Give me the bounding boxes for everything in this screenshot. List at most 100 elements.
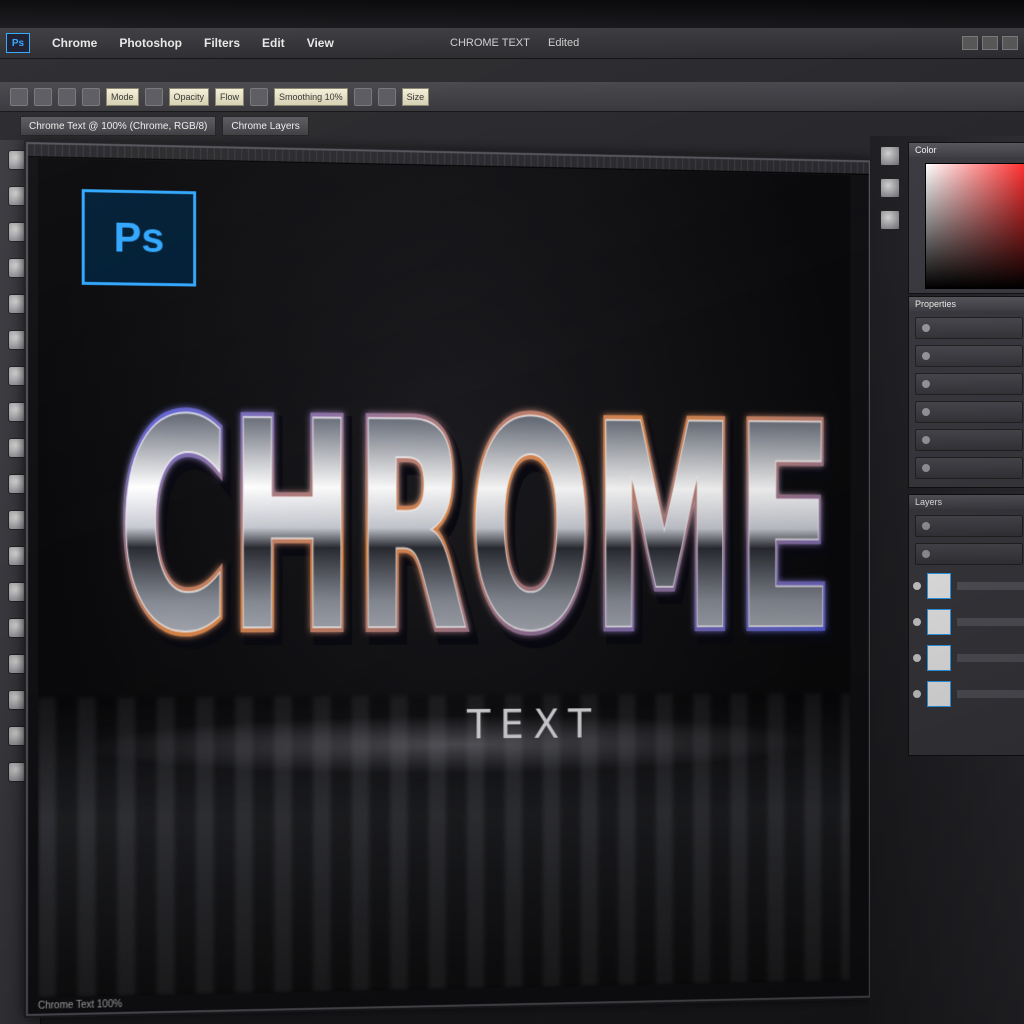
window-controls xyxy=(962,36,1018,50)
path-icon[interactable] xyxy=(8,690,28,710)
layer-item[interactable] xyxy=(913,571,1024,601)
monitor-bezel xyxy=(0,0,1024,28)
symmetry-icon[interactable] xyxy=(378,88,396,106)
flow-field[interactable]: Flow xyxy=(215,88,244,106)
floor-highlight xyxy=(78,712,823,777)
move-icon[interactable] xyxy=(8,150,28,170)
smoothing-field[interactable]: Smoothing 10% xyxy=(274,88,348,106)
eyedropper-icon[interactable] xyxy=(8,474,28,494)
brush-icon[interactable] xyxy=(8,258,28,278)
layer-name-bar xyxy=(957,582,1024,590)
radio-icon xyxy=(922,380,930,388)
eraser-icon[interactable] xyxy=(8,294,28,314)
layer-item[interactable] xyxy=(913,607,1024,637)
angle-icon[interactable] xyxy=(354,88,372,106)
radio-icon xyxy=(922,464,930,472)
photoshop-logo-icon[interactable]: Ps xyxy=(6,33,30,53)
gradient-icon[interactable] xyxy=(8,330,28,350)
layer-item[interactable] xyxy=(913,679,1024,709)
settings-icon[interactable] xyxy=(58,88,76,106)
radio-icon xyxy=(922,352,930,360)
menu-bar: Ps Chrome Photoshop Filters Edit View CH… xyxy=(0,28,1024,59)
heal-icon[interactable] xyxy=(8,546,28,566)
shape-icon[interactable] xyxy=(8,402,28,422)
blend-icon xyxy=(922,550,930,558)
property-row[interactable] xyxy=(915,457,1023,479)
opacity-field[interactable]: Opacity xyxy=(169,88,210,106)
layer-thumbnail xyxy=(927,573,951,599)
radio-icon xyxy=(922,324,930,332)
dodge-icon[interactable] xyxy=(8,654,28,674)
property-row[interactable] xyxy=(915,345,1023,367)
chrome-word-highlight: CHROME xyxy=(118,358,833,697)
layers-panel-title: Layers xyxy=(909,495,1024,509)
swatches-icon[interactable] xyxy=(880,178,900,198)
hand-icon[interactable] xyxy=(8,726,28,746)
document-window: Ps CHROME CHROME CHROME TEXT Chrome Text… xyxy=(26,142,871,1016)
visibility-eye-icon[interactable] xyxy=(913,690,921,698)
tab-layers[interactable]: Chrome Layers xyxy=(222,116,308,136)
size-field[interactable]: Size xyxy=(402,88,430,106)
brush-preset-icon[interactable] xyxy=(34,88,52,106)
history-icon[interactable] xyxy=(880,146,900,166)
property-row[interactable] xyxy=(915,317,1023,339)
layer-name-bar xyxy=(957,654,1024,662)
marquee-icon[interactable] xyxy=(8,186,28,206)
layer-thumbnail xyxy=(927,609,951,635)
property-row[interactable] xyxy=(915,401,1023,423)
property-row[interactable] xyxy=(915,429,1023,451)
pressure-icon[interactable] xyxy=(145,88,163,106)
visibility-eye-icon[interactable] xyxy=(913,618,921,626)
document-title: CHROME TEXT xyxy=(450,37,530,49)
layers-panel: Layers xyxy=(908,494,1024,756)
blur-icon[interactable] xyxy=(8,618,28,638)
filter-icon xyxy=(922,522,930,530)
menu-item-1[interactable]: Chrome xyxy=(52,36,97,50)
menu-item-3[interactable]: Filters xyxy=(204,36,240,50)
tab-document[interactable]: Chrome Text @ 100% (Chrome, RGB/8) xyxy=(20,116,216,136)
airbrush-icon[interactable] xyxy=(250,88,268,106)
right-dock: Color Properties Layers xyxy=(870,136,1024,1024)
visibility-eye-icon[interactable] xyxy=(913,654,921,662)
color-picker-field[interactable] xyxy=(925,163,1024,289)
document-status: Edited xyxy=(548,37,579,49)
lasso-icon[interactable] xyxy=(8,222,28,242)
layer-filter-row[interactable] xyxy=(915,515,1023,537)
panel-icons xyxy=(880,146,902,242)
maximize-icon[interactable] xyxy=(982,36,998,50)
photoshop-window: Ps Chrome Photoshop Filters Edit View CH… xyxy=(0,0,1024,1024)
property-row[interactable] xyxy=(915,373,1023,395)
radio-icon xyxy=(922,436,930,444)
color-panel: Color xyxy=(908,142,1024,294)
chrome-word-svg: CHROME CHROME CHROME xyxy=(107,299,850,697)
layer-name-bar xyxy=(957,690,1024,698)
layer-name-bar xyxy=(957,618,1024,626)
canvas[interactable]: Ps CHROME CHROME CHROME TEXT xyxy=(38,158,851,997)
zoom-icon[interactable] xyxy=(8,762,28,782)
menu-item-5[interactable]: View xyxy=(307,36,334,50)
sub-word-text: TEXT xyxy=(467,702,600,748)
minimize-icon[interactable] xyxy=(962,36,978,50)
clone-icon[interactable] xyxy=(8,582,28,602)
color-panel-title: Color xyxy=(909,143,1024,157)
mode-field[interactable]: Mode xyxy=(106,88,139,106)
mode-icon[interactable] xyxy=(82,88,100,106)
menu-item-2[interactable]: Photoshop xyxy=(119,36,182,50)
properties-panel-title: Properties xyxy=(909,297,1024,311)
ps-badge-logo: Ps xyxy=(82,189,196,286)
layer-item[interactable] xyxy=(913,643,1024,673)
close-icon[interactable] xyxy=(1002,36,1018,50)
text-icon[interactable] xyxy=(8,366,28,386)
visibility-eye-icon[interactable] xyxy=(913,582,921,590)
radio-icon xyxy=(922,408,930,416)
menu-item-4[interactable]: Edit xyxy=(262,36,285,50)
layer-blend-row[interactable] xyxy=(915,543,1023,565)
crop-icon[interactable] xyxy=(8,510,28,530)
tool-preset-icon[interactable] xyxy=(10,88,28,106)
adjustments-icon[interactable] xyxy=(880,210,900,230)
pen-icon[interactable] xyxy=(8,438,28,458)
options-bar: Mode Opacity Flow Smoothing 10% Size xyxy=(0,82,1024,112)
layer-thumbnail xyxy=(927,681,951,707)
properties-panel: Properties xyxy=(908,296,1024,488)
status-bar: Chrome Text 100% xyxy=(38,999,122,1012)
